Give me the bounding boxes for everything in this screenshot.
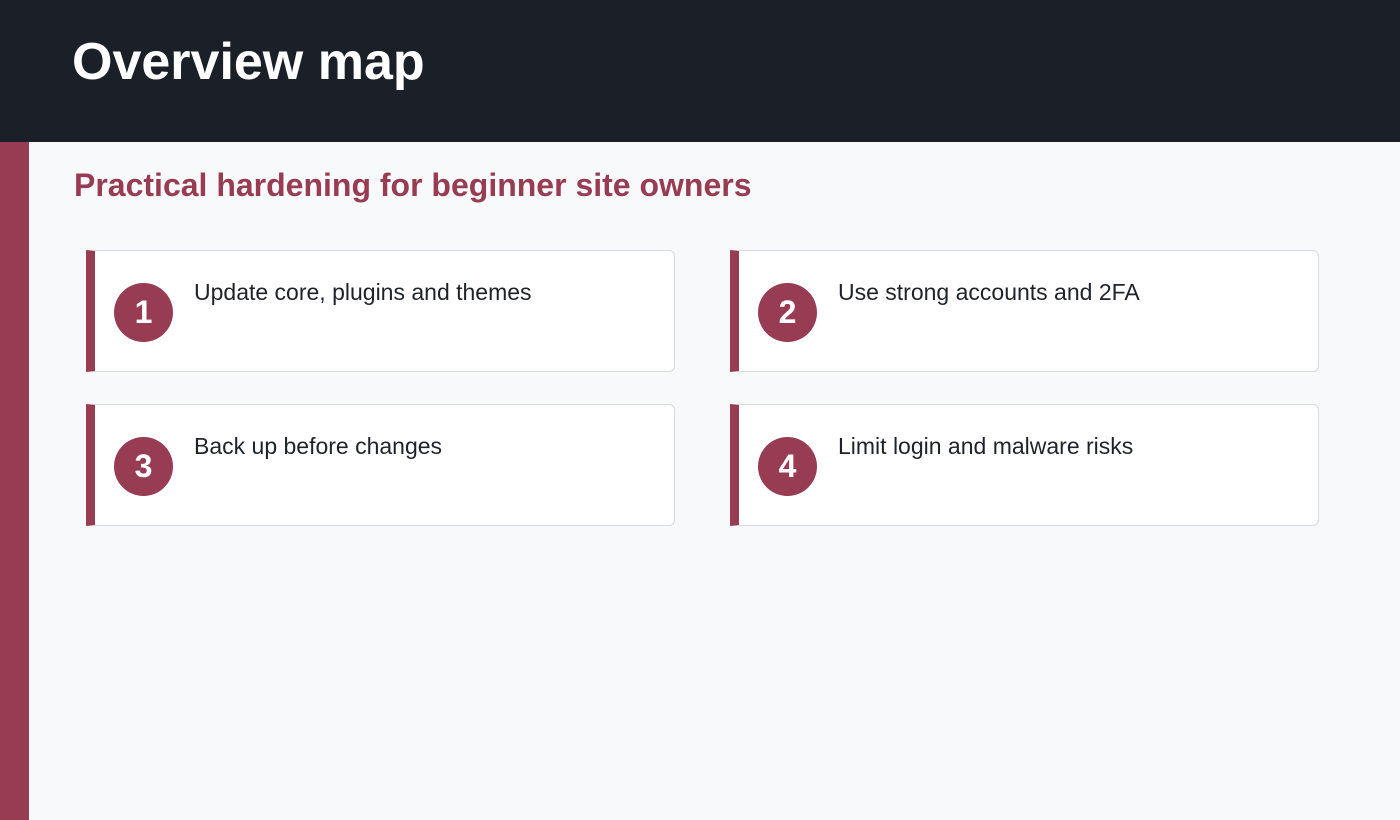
page-title: Overview map	[72, 33, 425, 91]
step-card-3: 3 Back up before changes	[86, 404, 675, 526]
step-text: Use strong accounts and 2FA	[838, 279, 1140, 305]
header-bar: Overview map	[0, 0, 1400, 142]
page-subtitle: Practical hardening for beginner site ow…	[74, 167, 752, 203]
step-number-badge: 4	[758, 437, 817, 496]
step-text: Update core, plugins and themes	[194, 279, 532, 305]
step-number-badge: 2	[758, 283, 817, 342]
step-card-4: 4 Limit login and malware risks	[730, 404, 1319, 526]
step-card-1: 1 Update core, plugins and themes	[86, 250, 675, 372]
step-number-badge: 1	[114, 283, 173, 342]
step-number-badge: 3	[114, 437, 173, 496]
step-text: Limit login and malware risks	[838, 433, 1134, 459]
step-text: Back up before changes	[194, 433, 443, 459]
accent-side-bar	[0, 142, 29, 820]
step-card-2: 2 Use strong accounts and 2FA	[730, 250, 1319, 372]
